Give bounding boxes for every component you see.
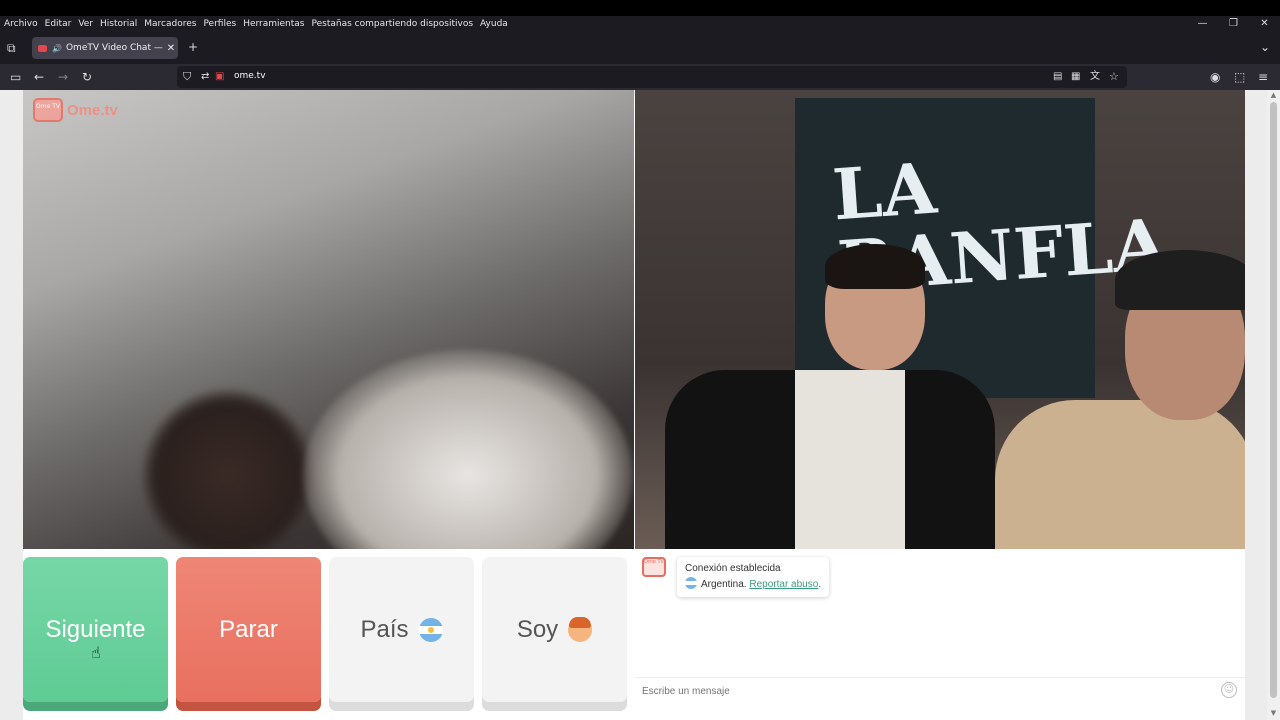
person-left-hair (825, 244, 925, 289)
partner-country: Argentina. (701, 579, 747, 590)
person-right-cap (1115, 250, 1245, 310)
menu-editar[interactable]: Editar (45, 19, 72, 29)
menu-ver[interactable]: Ver (78, 19, 93, 29)
stop-button-label: Parar (219, 615, 278, 643)
app-menu-icon[interactable]: ≡ (1258, 69, 1268, 85)
local-video: Ome TV Ome.tv (23, 90, 634, 549)
remote-person-left (665, 244, 995, 549)
person-left-shirt (795, 370, 905, 549)
stop-button[interactable]: Parar (176, 557, 321, 702)
account-icon[interactable]: ◉ (1210, 69, 1220, 85)
scroll-down-icon[interactable]: ▼ (1267, 709, 1280, 717)
remote-person-right (995, 210, 1245, 549)
reader-view-icon[interactable]: ▦ (1071, 69, 1080, 85)
ometv-logo-badge: Ome TV (33, 98, 63, 122)
tab-title: OmeTV Video Chat — Ome (65, 43, 164, 53)
forward-icon[interactable]: → (58, 69, 68, 85)
emoji-icon[interactable]: ☺ (1221, 682, 1237, 698)
message-bar: ☺ (635, 677, 1245, 703)
message-input[interactable] (642, 683, 1202, 699)
permissions-icon[interactable]: ⇄ (201, 69, 209, 85)
address-bar[interactable]: ⛉ ⇄ ▣ ome.tv ▤ ▦ 文 ☆ (177, 66, 1127, 88)
reload-icon[interactable]: ↻ (82, 69, 92, 85)
report-abuse-link[interactable]: Reportar abuso (749, 579, 818, 590)
mouse-pointer-icon: ☝ (91, 643, 101, 662)
menu-marcadores[interactable]: Marcadores (144, 19, 196, 29)
sidebar-toggle-icon[interactable]: ▭ (10, 69, 21, 85)
country-line: Argentina. Reportar abuso. (685, 577, 821, 593)
menu-ayuda[interactable]: Ayuda (480, 19, 508, 29)
restore-button[interactable]: ❐ (1218, 16, 1249, 32)
menu-herramientas[interactable]: Herramientas (243, 19, 304, 29)
minimize-button[interactable]: — (1187, 16, 1218, 32)
shield-icon[interactable]: ⛉ (183, 69, 191, 85)
tab-bar: ⧉ 🔊 OmeTV Video Chat — Ome ✕ + ⌄ (0, 32, 1280, 64)
scroll-up-icon[interactable]: ▲ (1267, 91, 1280, 99)
argentina-mini-flag-icon (685, 577, 697, 589)
camera-sharing-icon[interactable]: ▣ (215, 69, 224, 85)
ometv-logo: Ome TV Ome.tv (33, 98, 118, 122)
country-button[interactable]: País (329, 557, 474, 702)
remote-video: LA RANFLA (635, 90, 1245, 549)
new-tab-button[interactable]: + (188, 40, 198, 54)
next-button-label: Siguiente (45, 615, 146, 643)
connection-status: Conexión establecida (685, 563, 781, 574)
page-content: Ome TV Ome.tv LA RANFLA Siguiente Parar … (0, 90, 1280, 720)
menu-historial[interactable]: Historial (100, 19, 137, 29)
navigation-bar: ▭ ← → ↻ ⛉ ⇄ ▣ ome.tv ▤ ▦ 文 ☆ ◉ ⬚ ≡ (0, 64, 1280, 90)
chat-ometv-icon: Ome TV (642, 557, 666, 577)
translate-icon[interactable]: 文 (1090, 69, 1100, 85)
ometv-page: Ome TV Ome.tv LA RANFLA Siguiente Parar … (23, 90, 1245, 720)
tab-close-icon[interactable]: ✕ (164, 43, 178, 54)
back-icon[interactable]: ← (34, 69, 44, 85)
report-period: . (818, 579, 822, 590)
menu-pestanas-compartiendo[interactable]: Pestañas compartiendo dispositivos (312, 19, 474, 29)
menu-perfiles[interactable]: Perfiles (203, 19, 236, 29)
boy-face-icon (568, 616, 593, 642)
menu-archivo[interactable]: Archivo (4, 19, 38, 29)
country-button-label: País (360, 615, 409, 643)
scroll-thumb[interactable] (1270, 102, 1277, 698)
tab-overview-icon[interactable]: ⧉ (7, 41, 16, 56)
window-controls: — ❐ ✕ (1187, 16, 1280, 32)
tab-list-chevron-icon[interactable]: ⌄ (1260, 40, 1270, 54)
picture-in-picture-icon[interactable]: ▤ (1053, 69, 1062, 85)
bookmark-star-icon[interactable]: ☆ (1109, 69, 1119, 85)
url-text: ome.tv (234, 71, 266, 81)
blurred-figure (143, 390, 313, 549)
ometv-logo-text: Ome.tv (67, 101, 118, 119)
page-scrollbar[interactable]: ▲ ▼ (1267, 90, 1280, 720)
system-message: Conexión establecida Argentina. Reportar… (677, 557, 830, 597)
gender-button-label: Soy (516, 615, 559, 643)
speaker-icon[interactable]: 🔊 (52, 44, 62, 53)
person-right-hoodie (995, 400, 1245, 549)
argentina-flag-icon (418, 617, 443, 642)
gender-button[interactable]: Soy (482, 557, 627, 702)
menu-bar: Archivo Editar Ver Historial Marcadores … (0, 16, 1280, 32)
ometv-favicon-icon (38, 44, 47, 52)
tab-ometv[interactable]: 🔊 OmeTV Video Chat — Ome ✕ (32, 37, 178, 59)
close-window-button[interactable]: ✕ (1249, 16, 1280, 32)
next-button[interactable]: Siguiente (23, 557, 168, 702)
blurred-face (303, 350, 633, 549)
extensions-icon[interactable]: ⬚ (1234, 69, 1245, 85)
screen-top-border (0, 0, 1280, 16)
